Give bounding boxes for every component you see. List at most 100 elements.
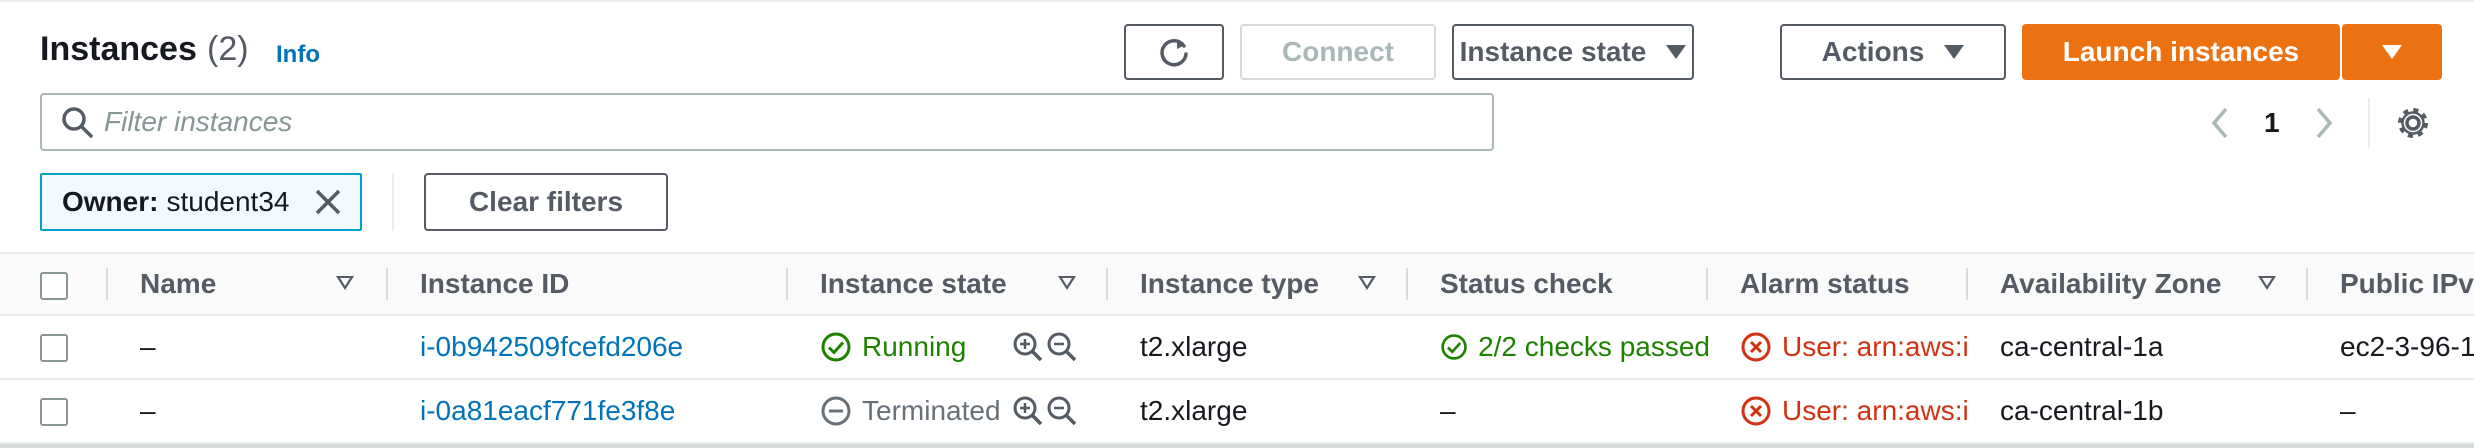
cell-instance-type: t2.xlarge (1140, 395, 1248, 426)
sort-icon[interactable] (1058, 254, 1078, 314)
column-header-label: Instance state (820, 268, 1007, 299)
table-row[interactable]: – i-0a81eacf771fe3f8e Terminated t2.xlar… (0, 380, 2474, 444)
column-divider (1966, 268, 1968, 300)
column-header-label: Instance ID (420, 268, 570, 299)
column-header-status-check[interactable]: Status check (1440, 254, 1613, 314)
select-all-checkbox[interactable] (40, 272, 68, 300)
sort-triangle-icon (1358, 276, 1376, 290)
column-header-label: Instance type (1140, 268, 1319, 299)
page-title: Instances (40, 30, 197, 68)
state-text: Running (862, 331, 967, 362)
pagination: 1 (2206, 98, 2370, 148)
column-divider (1706, 268, 1708, 300)
column-divider (2306, 268, 2308, 300)
filter-token-value: student34 (166, 186, 290, 217)
cell-instance-id[interactable]: i-0a81eacf771fe3f8e (420, 380, 675, 442)
zoom-out-icon[interactable] (1046, 395, 1078, 427)
check-circle-icon (821, 332, 851, 362)
close-icon[interactable] (313, 187, 343, 217)
column-header-label: Status check (1440, 268, 1613, 299)
launch-options-dropdown[interactable] (2342, 24, 2442, 80)
table-row[interactable]: – i-0b942509fcefd206e Running t2.xlarge … (0, 316, 2474, 380)
settings-button[interactable] (2394, 104, 2432, 147)
chevron-left-icon[interactable] (2206, 103, 2236, 143)
column-header-instance-state[interactable]: Instance state (820, 254, 1007, 314)
sort-triangle-icon (336, 276, 354, 290)
top-divider (0, 0, 2474, 2)
sort-triangle-icon (2258, 276, 2276, 290)
cell-status-check: – (1440, 395, 1456, 426)
instance-state-label: Instance state (1459, 36, 1647, 67)
column-header-availability-zone[interactable]: Availability Zone (2000, 254, 2221, 314)
zoom-controls (1010, 380, 1078, 442)
alarm-text[interactable]: User: arn:aws:i (1782, 331, 1969, 363)
row-checkbox[interactable] (40, 398, 68, 426)
cell-instance-id[interactable]: i-0b942509fcefd206e (420, 316, 683, 378)
bottom-divider (0, 444, 2474, 448)
clear-filters-button[interactable]: Clear filters (424, 173, 668, 231)
column-header-alarm-status[interactable]: Alarm status (1740, 254, 1910, 314)
cell-status-check: 2/2 checks passed (1440, 316, 1710, 378)
cell-name: – (140, 331, 156, 362)
column-header-label: Alarm status (1740, 268, 1910, 299)
column-header-label: Availability Zone (2000, 268, 2222, 299)
clear-filters-label: Clear filters (468, 186, 624, 217)
cell-availability-zone: ca-central-1a (2000, 331, 2164, 362)
instance-state-dropdown[interactable]: Instance state (1452, 24, 1694, 80)
caret-down-icon (1944, 45, 1965, 59)
zoom-in-icon[interactable] (1012, 395, 1044, 427)
search-icon (62, 107, 93, 138)
sort-icon[interactable] (336, 254, 356, 314)
refresh-icon (1160, 38, 1188, 67)
cell-public-ipv4: ec2-3-96-1 (2340, 331, 2474, 362)
connect-button[interactable]: Connect (1240, 24, 1436, 80)
cell-public-ipv4: – (2340, 395, 2356, 426)
cell-alarm-status: User: arn:aws:i (1740, 316, 1970, 378)
sort-icon[interactable] (1358, 254, 1378, 314)
error-circle-icon (1741, 396, 1771, 426)
cell-instance-state: Running (820, 316, 966, 378)
column-header-instance-type[interactable]: Instance type (1140, 254, 1319, 314)
column-header-name[interactable]: Name (140, 254, 216, 314)
column-header-label: Public IPv4 (2340, 268, 2474, 299)
alarm-text[interactable]: User: arn:aws:i (1782, 395, 1969, 427)
launch-instances-label: Launch instances (2062, 36, 2300, 67)
chevron-right-icon[interactable] (2308, 103, 2338, 143)
info-link[interactable]: Info (276, 41, 320, 69)
cell-instance-type: t2.xlarge (1140, 331, 1248, 362)
cell-name: – (140, 395, 156, 426)
filter-token-key: Owner: (62, 186, 159, 217)
table-header: Name Instance ID Instance state Instance… (0, 252, 2474, 316)
zoom-in-icon[interactable] (1012, 331, 1044, 363)
gear-icon (2398, 108, 2428, 138)
cell-availability-zone: ca-central-1b (2000, 395, 2164, 426)
column-divider (1106, 268, 1108, 300)
column-divider (1406, 268, 1408, 300)
column-header-instance-id[interactable]: Instance ID (420, 254, 569, 314)
refresh-button[interactable] (1124, 24, 1224, 80)
sort-icon[interactable] (2258, 254, 2278, 314)
column-divider (386, 268, 388, 300)
filter-search-box[interactable] (40, 93, 1494, 151)
filter-input[interactable] (102, 105, 1456, 139)
column-divider (786, 268, 788, 300)
row-checkbox[interactable] (40, 334, 68, 362)
cell-alarm-status: User: arn:aws:i (1740, 380, 1970, 442)
launch-instances-button[interactable]: Launch instances (2022, 24, 2340, 80)
column-header-label: Name (140, 268, 217, 299)
zoom-out-icon[interactable] (1046, 331, 1078, 363)
column-header-public-ipv4[interactable]: Public IPv4 (2340, 254, 2474, 314)
connect-label: Connect (1282, 36, 1394, 67)
caret-down-icon (2382, 45, 2402, 59)
pager-divider (2367, 98, 2370, 148)
actions-label: Actions (1821, 36, 1925, 67)
caret-down-icon (1666, 45, 1687, 59)
page-number[interactable]: 1 (2264, 107, 2280, 139)
zoom-controls (1010, 316, 1078, 378)
actions-dropdown[interactable]: Actions (1780, 24, 2006, 80)
cell-instance-state: Terminated (820, 380, 1010, 442)
filter-token-owner: Owner: student34 (40, 173, 362, 231)
status-text: 2/2 checks passed (1478, 331, 1710, 362)
check-circle-icon (1441, 334, 1467, 360)
sort-triangle-icon (1058, 276, 1076, 290)
